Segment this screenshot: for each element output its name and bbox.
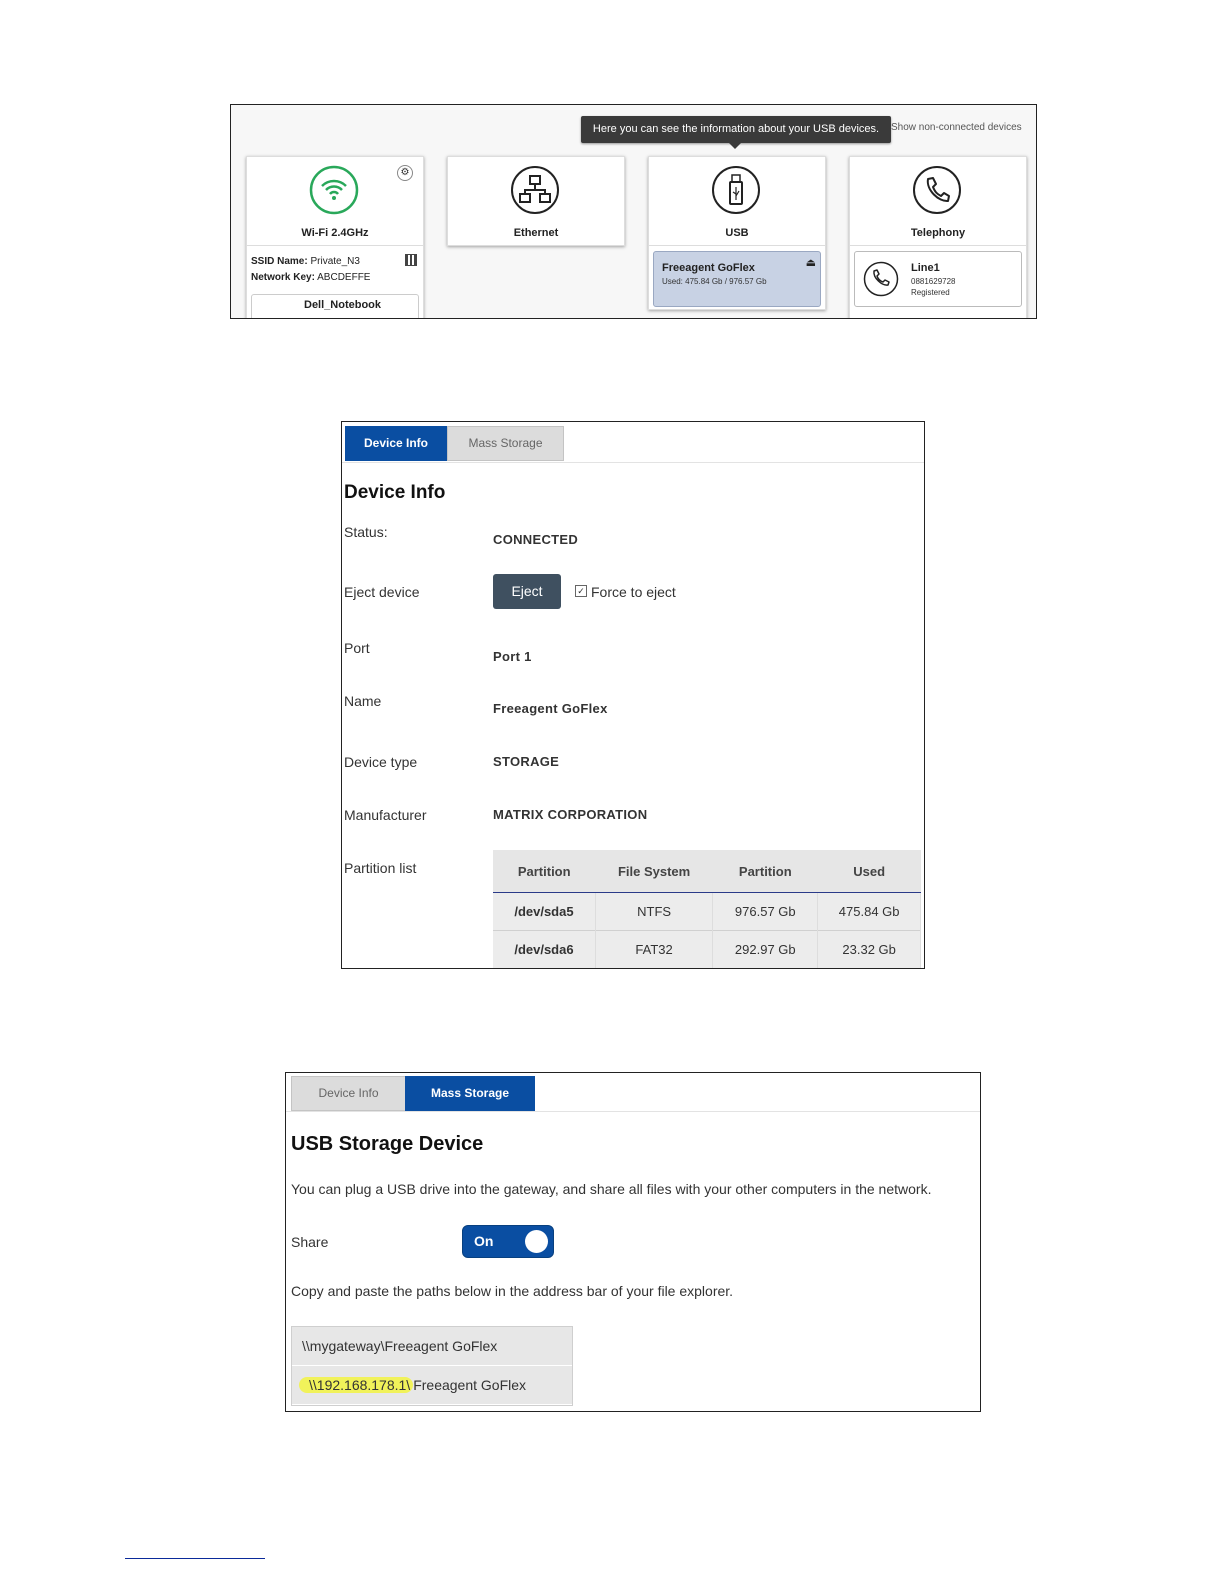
telephony-card[interactable]: Telephony Line1 0881629728 Registered — [849, 156, 1027, 318]
network-key-key: Network Key: — [251, 272, 315, 283]
footnote-divider — [125, 1558, 265, 1559]
column-header: Used — [817, 850, 921, 893]
column-header: Partition — [712, 850, 818, 893]
table-cell: /dev/sda6 — [493, 930, 596, 968]
partition-list-label: Partition list — [344, 860, 417, 876]
network-key-value: ABCDEFFE — [317, 272, 371, 283]
usb-tooltip: Here you can see the information about y… — [581, 116, 891, 143]
table-cell: 292.97 Gb — [712, 930, 819, 968]
wifi-info: SSID Name: Private_N3 Network Key: ABCDE… — [247, 246, 423, 286]
device-info-screenshot: Device Info Mass Storage Device Info Sta… — [341, 421, 925, 969]
gear-icon[interactable]: ⚙ — [397, 165, 413, 181]
table-header-row: Partition File System Partition Used — [493, 850, 921, 893]
table-row: /dev/sda5 NTFS 976.57 Gb 475.84 Gb — [493, 892, 921, 931]
force-eject-label: Force to eject — [591, 584, 676, 600]
share-toggle[interactable]: On — [462, 1225, 554, 1258]
phone-line-item[interactable]: Line1 0881629728 Registered — [854, 251, 1022, 307]
table-cell: /dev/sda5 — [493, 892, 596, 931]
usb-icon — [712, 166, 760, 214]
wifi-card-label: Wi-Fi 2.4GHz — [301, 227, 369, 239]
description-text: You can plug a USB drive into the gatewa… — [291, 1181, 932, 1197]
path-text: \\mygateway\Freeagent GoFlex — [302, 1338, 498, 1354]
wifi-icon — [309, 165, 359, 215]
ethernet-card[interactable]: Ethernet — [447, 156, 625, 246]
path-list: \\mygateway\Freeagent GoFlex \\192.168.1… — [291, 1326, 573, 1406]
column-header: Partition — [493, 850, 596, 893]
table-cell: 475.84 Gb — [817, 892, 921, 931]
copy-hint-text: Copy and paste the paths below in the ad… — [291, 1283, 734, 1299]
name-value: Freeagent GoFlex — [493, 701, 608, 716]
tooltip-arrow — [729, 143, 741, 149]
usb-device-item[interactable]: Freeagent GoFlex Used: 475.84 Gb / 976.5… — [653, 251, 821, 307]
qr-code-icon[interactable] — [405, 254, 417, 266]
phone-icon — [913, 166, 961, 214]
tab-device-info[interactable]: Device Info — [345, 426, 447, 461]
manufacturer-value: MATRIX CORPORATION — [493, 807, 648, 822]
port-label: Port — [344, 640, 370, 656]
share-label: Share — [291, 1234, 329, 1250]
telephony-card-label: Telephony — [910, 227, 966, 239]
device-type-value: STORAGE — [493, 754, 560, 769]
path-text: Freeagent GoFlex — [413, 1377, 527, 1393]
tab-bar: Device Info Mass Storage — [342, 422, 924, 463]
tab-mass-storage[interactable]: Mass Storage — [447, 426, 564, 461]
eject-icon[interactable]: ⏏ — [806, 256, 816, 269]
status-value: CONNECTED — [493, 532, 579, 547]
tab-bar: Device Info Mass Storage — [286, 1073, 980, 1112]
table-cell: NTFS — [595, 892, 714, 931]
table-cell: 23.32 Gb — [817, 930, 921, 968]
show-non-connected-link[interactable]: Show non-connected devices — [891, 122, 1022, 133]
column-header: File System — [595, 850, 713, 893]
line-name: Line1 — [911, 262, 940, 274]
path-item[interactable]: \\mygateway\Freeagent GoFlex — [292, 1327, 572, 1365]
ssid-value: Private_N3 — [310, 256, 360, 267]
tab-device-info[interactable]: Device Info — [291, 1076, 406, 1111]
port-value: Port 1 — [493, 649, 532, 664]
client-name: Dell_Notebook — [304, 299, 382, 311]
usb-device-usage: Used: 475.84 Gb / 976.57 Gb — [662, 277, 767, 286]
page-title: USB Storage Device — [291, 1133, 484, 1155]
toggle-state-label: On — [474, 1233, 494, 1249]
status-label: Status: — [344, 524, 388, 540]
eject-button[interactable]: Eject — [493, 574, 561, 609]
ssid-key: SSID Name: — [251, 256, 308, 267]
usb-card[interactable]: USB Freeagent GoFlex Used: 475.84 Gb / 9… — [648, 156, 826, 310]
partition-table: Partition File System Partition Used /de… — [493, 850, 921, 968]
toggle-knob — [525, 1230, 548, 1253]
phone-line-icon — [863, 261, 899, 297]
usb-card-label: USB — [725, 227, 749, 239]
usb-device-name: Freeagent GoFlex — [662, 262, 755, 274]
path-highlight: \\192.168.178.1\ — [299, 1377, 414, 1393]
dashboard-screenshot: Here you can see the information about y… — [230, 104, 1037, 319]
table-cell: 976.57 Gb — [712, 892, 819, 931]
ethernet-icon — [511, 166, 559, 214]
name-label: Name — [344, 693, 382, 709]
device-type-label: Device type — [344, 754, 418, 770]
wifi-card[interactable]: ⚙ Wi-Fi 2.4GHz SSID Name: Private_N3 Net… — [246, 156, 424, 318]
client-device[interactable]: Dell_Notebook — [251, 294, 419, 318]
line-status: Registered — [911, 288, 950, 297]
path-item[interactable]: \\192.168.178.1\ Freeagent GoFlex — [292, 1366, 572, 1404]
table-cell: FAT32 — [595, 930, 714, 968]
line-number: 0881629728 — [911, 277, 956, 286]
eject-device-label: Eject device — [344, 584, 420, 600]
tab-mass-storage[interactable]: Mass Storage — [405, 1076, 535, 1111]
mass-storage-screenshot: Device Info Mass Storage USB Storage Dev… — [285, 1072, 981, 1412]
force-eject-checkbox[interactable]: ✓ — [575, 585, 587, 597]
ethernet-card-label: Ethernet — [513, 227, 559, 239]
page-title: Device Info — [344, 482, 446, 503]
manufacturer-label: Manufacturer — [344, 807, 427, 823]
table-row: /dev/sda6 FAT32 292.97 Gb 23.32 Gb — [493, 930, 921, 968]
